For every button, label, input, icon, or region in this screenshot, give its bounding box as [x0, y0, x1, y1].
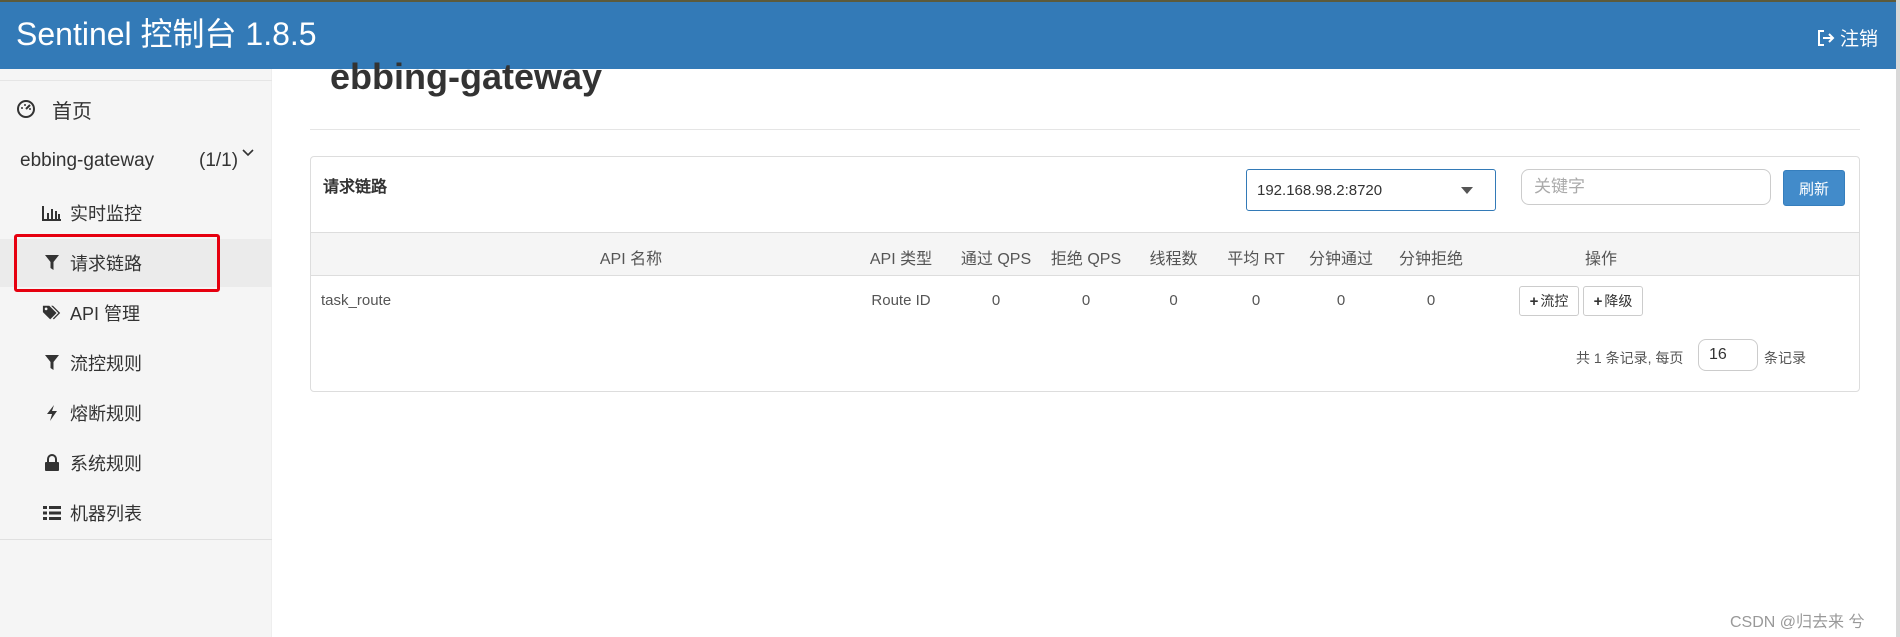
sidebar-item-metric[interactable]: 实时监控: [0, 189, 272, 237]
sidebar-item-label: 流控规则: [70, 354, 142, 374]
column-header: 拒绝 QPS: [1050, 251, 1122, 268]
cell-minute-block: 0: [1426, 292, 1436, 309]
cell-minute-pass: 0: [1336, 292, 1346, 309]
sidebar-item-degrade-rules[interactable]: 熔断规则: [0, 389, 272, 437]
highlight-annotation-box: [14, 234, 220, 292]
app-name: ebbing-gateway: [20, 150, 155, 171]
logout-label: 注销: [1839, 29, 1878, 50]
top-navbar: Sentinel 控制台 1.8.5 注销: [0, 0, 1896, 69]
sidebar-item-home[interactable]: 首页: [0, 87, 272, 131]
sidebar-item-label: 机器列表: [70, 504, 142, 524]
sidebar-item-machines[interactable]: 机器列表: [0, 489, 272, 537]
flash-icon: [47, 405, 57, 421]
table-row: task_route Route ID 0 0 0 0 0 0 + 流控 + 降…: [311, 276, 1859, 320]
cell-api-type: Route ID: [871, 292, 931, 309]
sidebar-app-group[interactable]: ebbing-gateway (1/1): [0, 139, 272, 183]
refresh-button[interactable]: 刷新: [1783, 170, 1845, 206]
chevron-down-icon: [242, 149, 254, 157]
column-header: 线程数: [1149, 251, 1198, 268]
request-chain-panel: 请求链路 192.168.98.2:8720 刷新 API 名称 API 类型 …: [310, 156, 1860, 392]
cell-avg-rt: 0: [1251, 292, 1261, 309]
sidebar-item-label: API 管理: [70, 304, 141, 324]
column-header: 分钟拒绝: [1398, 251, 1463, 268]
button-label: 流控: [1540, 293, 1569, 309]
app-machine-count: (1/1): [199, 150, 239, 171]
sidebar-divider: [0, 539, 272, 540]
cell-pass-qps: 0: [991, 292, 1001, 309]
add-flow-rule-button[interactable]: + 流控: [1519, 286, 1579, 316]
column-header: 操作: [1584, 251, 1617, 268]
pager-suffix: 条记录: [1764, 350, 1806, 366]
sidebar-divider: [0, 80, 272, 81]
column-header: 分钟通过: [1308, 251, 1373, 268]
sidebar: 首页 ebbing-gateway (1/1) 实时监控 请求链路 API 管理…: [0, 69, 272, 637]
cell-api-name: task_route: [321, 292, 392, 309]
column-header: 平均 RT: [1227, 251, 1285, 268]
page-size-input[interactable]: [1698, 339, 1758, 371]
sidebar-item-label: 系统规则: [70, 454, 142, 474]
sidebar-item-label: 实时监控: [70, 204, 142, 224]
panel-title: 请求链路: [323, 179, 388, 196]
caret-down-icon: [1461, 187, 1473, 194]
plus-icon: +: [1593, 292, 1603, 310]
machine-select-value: 192.168.98.2:8720: [1257, 181, 1383, 199]
title-divider: [310, 129, 1860, 130]
add-degrade-rule-button[interactable]: + 降级: [1583, 286, 1643, 316]
machine-select[interactable]: 192.168.98.2:8720: [1246, 169, 1496, 211]
window-scrollbar[interactable]: [1896, 0, 1900, 637]
watermark: CSDN @归去来 兮: [1730, 614, 1865, 631]
sidebar-item-flow-rules[interactable]: 流控规则: [0, 339, 272, 387]
column-header: API 名称: [599, 251, 663, 268]
bar-chart-icon: [42, 206, 61, 221]
sign-out-icon: [1817, 29, 1835, 46]
logout-link[interactable]: 注销: [1816, 24, 1878, 51]
sidebar-item-label: 熔断规则: [70, 404, 142, 424]
tags-icon: [42, 305, 61, 320]
cell-threads: 0: [1169, 292, 1178, 309]
page-title: ebbing-gateway: [330, 56, 603, 97]
app-brand[interactable]: Sentinel 控制台 1.8.5: [16, 14, 317, 54]
pager-prefix: 共 1 条记录, 每页: [1576, 350, 1684, 366]
keyword-input[interactable]: [1521, 169, 1771, 205]
column-header: 通过 QPS: [960, 251, 1032, 268]
table-header: API 名称 API 类型 通过 QPS 拒绝 QPS 线程数 平均 RT 分钟…: [311, 232, 1859, 276]
sidebar-item-label: 首页: [52, 100, 92, 123]
column-header: API 类型: [869, 251, 933, 268]
filter-icon: [45, 355, 59, 370]
sidebar-item-system-rules[interactable]: 系统规则: [0, 439, 272, 487]
button-label: 降级: [1604, 293, 1633, 309]
cell-block-qps: 0: [1081, 292, 1091, 309]
sidebar-item-api-manage[interactable]: API 管理: [0, 289, 272, 337]
list-icon: [43, 506, 61, 520]
plus-icon: +: [1529, 292, 1539, 310]
dashboard-icon: [17, 100, 35, 118]
lock-icon: [45, 454, 59, 471]
